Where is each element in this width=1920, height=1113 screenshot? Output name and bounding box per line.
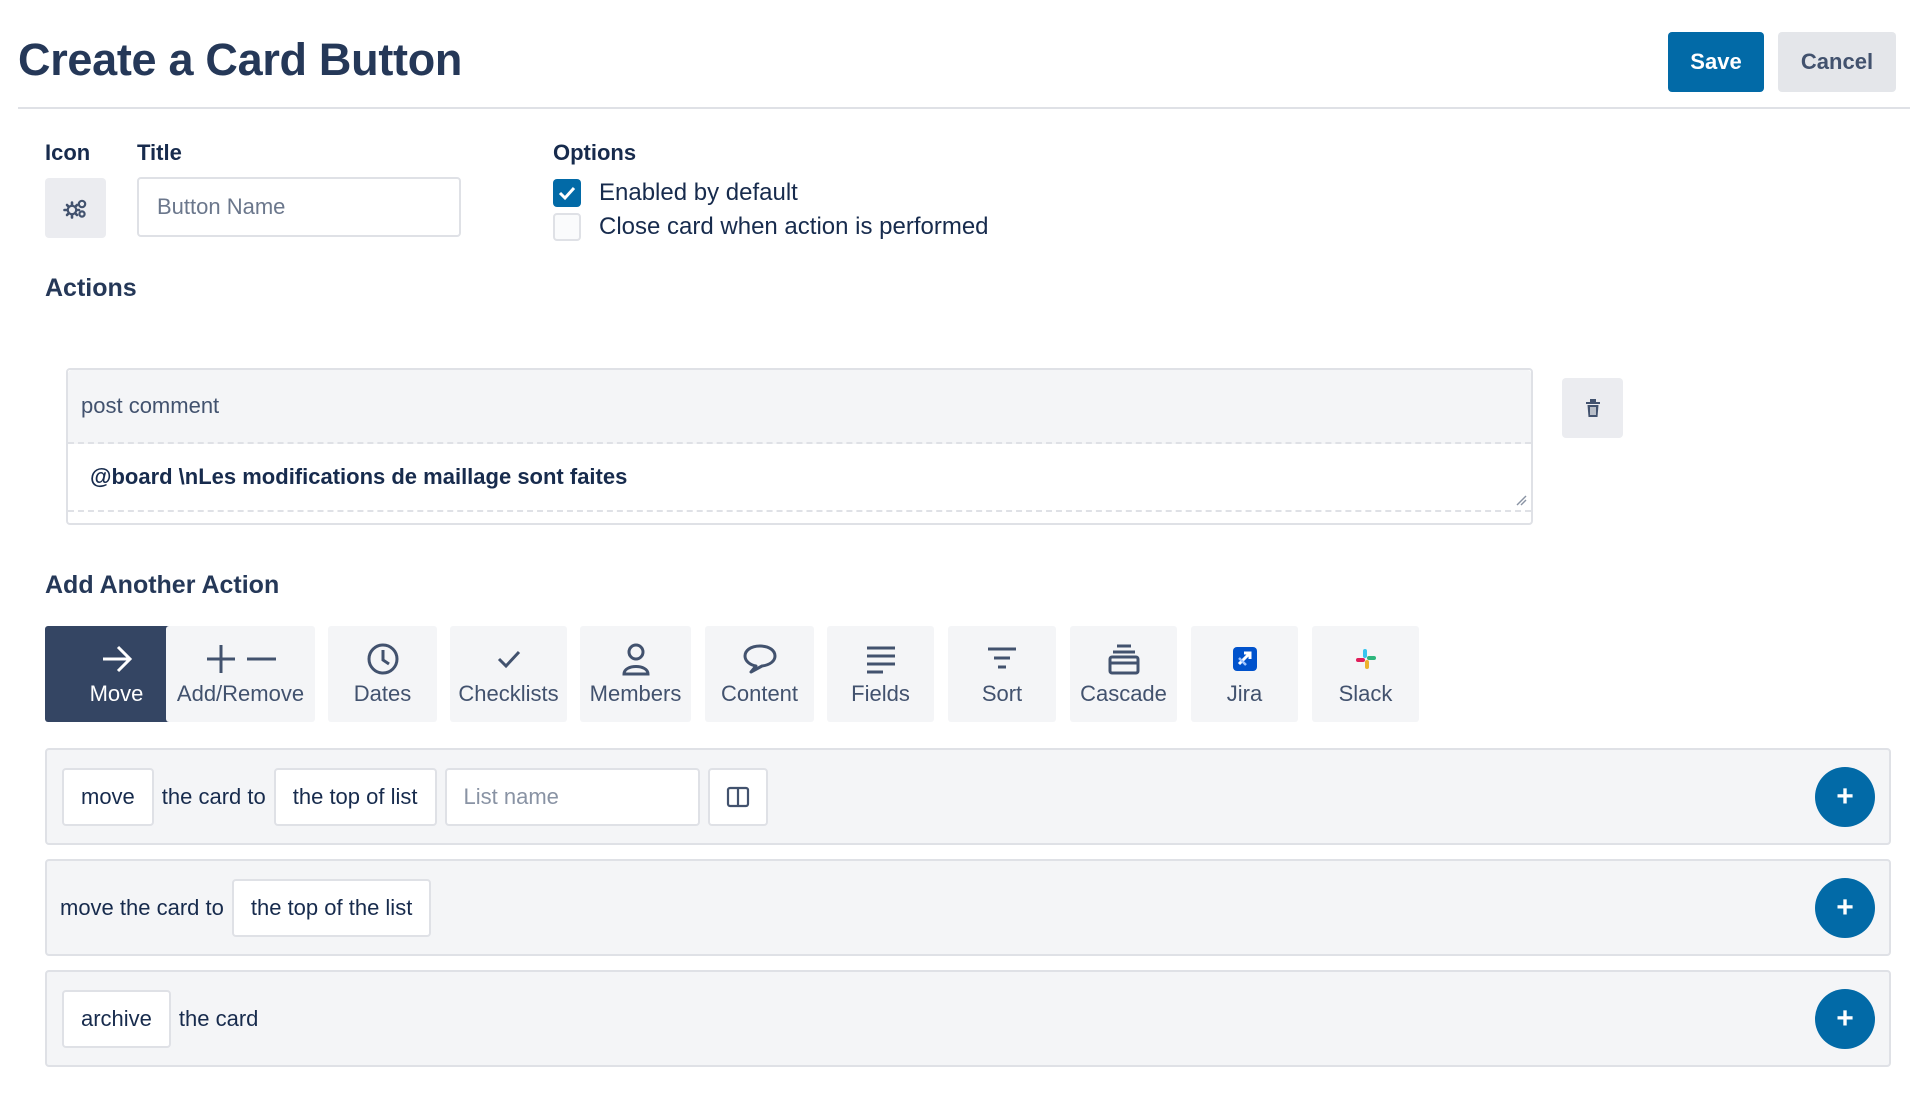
tab-label: Slack <box>1338 681 1393 706</box>
person-icon <box>621 643 650 676</box>
verb-dropdown[interactable]: move <box>62 767 154 826</box>
position-dropdown[interactable]: the top of the list <box>231 878 432 937</box>
action-row-archive: archive the card + <box>45 970 1891 1067</box>
tab-fields[interactable]: Fields <box>827 626 934 722</box>
resize-grip-icon[interactable] <box>1515 494 1527 506</box>
page-title: Create a Card Button <box>18 34 463 85</box>
option-enabled-by-default[interactable]: Enabled by default <box>553 179 798 207</box>
option-close-card[interactable]: Close card when action is performed <box>553 213 989 241</box>
tab-label: Content <box>720 681 799 706</box>
board-columns-icon <box>726 786 749 807</box>
tab-content[interactable]: Content <box>705 626 814 722</box>
tab-cascade[interactable]: Cascade <box>1070 626 1177 722</box>
action-card: post comment @board \nLes modifications … <box>66 368 1533 525</box>
tab-slack[interactable]: Slack <box>1312 626 1419 722</box>
option-label: Close card when action is performed <box>599 213 989 240</box>
plus-icon: + <box>1836 890 1854 924</box>
add-action-button[interactable]: + <box>1815 766 1875 827</box>
trash-icon <box>1585 399 1600 417</box>
check-icon <box>497 650 520 669</box>
row-text: move the card to <box>60 894 224 920</box>
tab-label: Checklists <box>458 681 559 706</box>
action-row-move: move the card to the top of list + <box>45 748 1891 845</box>
gears-icon <box>62 199 86 219</box>
action-row-move-top: move the card to the top of the list + <box>45 859 1891 956</box>
tab-jira[interactable]: Jira <box>1191 626 1298 722</box>
jira-icon <box>1232 647 1257 671</box>
tab-label: Sort <box>981 681 1023 706</box>
comment-textarea[interactable]: @board \nLes modifications de maillage s… <box>68 444 1531 512</box>
options-label: Options <box>553 140 637 165</box>
row-text: the card <box>178 1005 259 1031</box>
title-label: Title <box>137 140 182 165</box>
tab-members[interactable]: Members <box>580 626 691 722</box>
delete-action-button[interactable] <box>1562 378 1623 438</box>
add-another-action-heading: Add Another Action <box>45 571 280 599</box>
icon-picker-button[interactable] <box>45 178 106 238</box>
add-action-button[interactable]: + <box>1815 877 1875 938</box>
sort-icon <box>988 647 1016 669</box>
plus-icon: + <box>1836 1001 1854 1035</box>
actions-heading: Actions <box>45 274 137 302</box>
header: Create a Card Button <box>18 0 1910 109</box>
tab-label: Members <box>589 681 682 706</box>
lines-icon <box>866 646 895 674</box>
icon-label: Icon <box>45 140 91 165</box>
speech-bubble-icon <box>743 644 776 674</box>
enabled-checkbox[interactable] <box>553 179 581 207</box>
verb-dropdown[interactable]: archive <box>62 989 171 1048</box>
tab-sort[interactable]: Sort <box>948 626 1056 722</box>
create-card-button-page: Create a Card Button Save Cancel Icon Ti… <box>0 0 1920 1113</box>
option-label: Enabled by default <box>599 179 798 206</box>
tab-label: Fields <box>851 681 910 706</box>
slack-icon <box>1355 649 1376 669</box>
clock-icon <box>367 643 398 675</box>
arrow-right-icon <box>102 645 132 673</box>
tab-add-remove[interactable]: Add/Remove <box>166 626 315 722</box>
comment-text: @board \nLes modifications de maillage s… <box>90 464 628 489</box>
row-text: the card to <box>161 783 266 809</box>
tab-label: Dates <box>353 681 412 706</box>
list-picker-button[interactable] <box>707 767 768 826</box>
tab-checklists[interactable]: Checklists <box>450 626 567 722</box>
tab-label: Cascade <box>1080 681 1167 706</box>
add-action-button[interactable]: + <box>1815 988 1875 1049</box>
tab-dates[interactable]: Dates <box>328 626 437 722</box>
save-button[interactable]: Save <box>1668 32 1764 92</box>
action-type: post comment <box>68 370 1531 444</box>
plus-icon: + <box>1836 779 1854 813</box>
cascade-icon <box>1108 644 1139 675</box>
position-dropdown[interactable]: the top of list <box>273 767 437 826</box>
cancel-button[interactable]: Cancel <box>1778 32 1896 92</box>
title-input[interactable] <box>137 177 461 237</box>
tab-label: Add/Remove <box>176 681 305 706</box>
tab-label: Jira <box>1226 681 1263 706</box>
tab-label: Move <box>89 681 144 706</box>
checkmark-icon <box>558 186 576 201</box>
plus-minus-icon <box>206 645 276 673</box>
close-card-checkbox[interactable] <box>553 213 581 241</box>
list-name-input[interactable] <box>444 767 700 826</box>
